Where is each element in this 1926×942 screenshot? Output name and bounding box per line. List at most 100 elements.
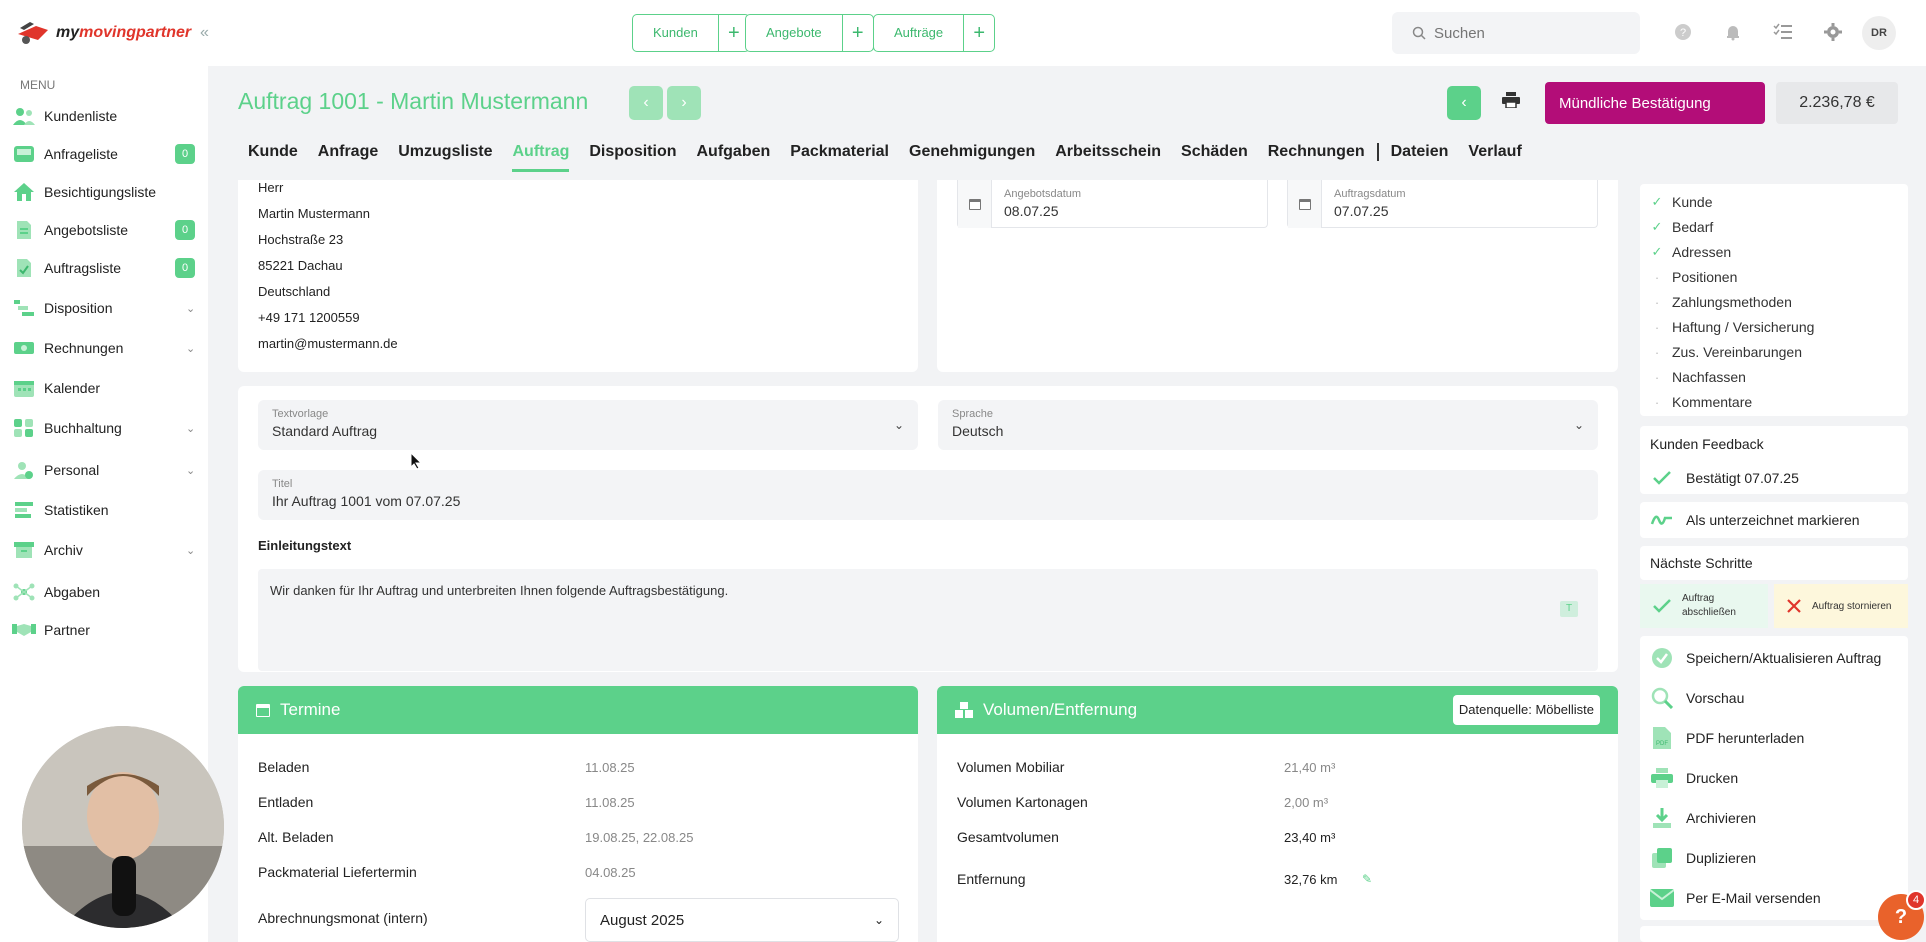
data-source-button[interactable]: Datenquelle: Möbelliste — [1452, 695, 1600, 725]
tab-dateien[interactable]: Dateien — [1381, 132, 1459, 172]
print-button[interactable]: Drucken — [1650, 766, 1738, 790]
checklist-item-vereinbarungen[interactable]: · Zus. Vereinbarungen — [1650, 344, 1802, 360]
tab-auftrag[interactable]: Auftrag — [502, 132, 579, 172]
quick-kunden-link[interactable]: Kunden — [633, 15, 719, 51]
back-button[interactable]: ‹ — [1447, 86, 1481, 120]
collapse-sidebar-icon[interactable]: « — [200, 24, 209, 42]
archive-icon — [12, 539, 36, 561]
search-input[interactable] — [1434, 24, 1624, 42]
tab-umzugsliste[interactable]: Umzugsliste — [388, 132, 502, 172]
sidebar-item-archiv[interactable]: Archiv ⌄ — [0, 534, 208, 566]
send-email-button[interactable]: Per E-Mail versenden — [1650, 886, 1821, 910]
chevron-left-icon: ‹ — [1461, 94, 1467, 111]
dispatch-icon — [12, 297, 36, 319]
add-angebot-plus-icon[interactable]: + — [843, 15, 873, 51]
brand-logo[interactable]: mymovingpartner — [16, 14, 191, 52]
quick-angebote-link[interactable]: Angebote — [746, 15, 843, 51]
checklist-item-zahlungsmethoden[interactable]: · Zahlungsmethoden — [1650, 294, 1792, 310]
previous-order-button[interactable]: ‹ — [629, 86, 663, 120]
sidebar-item-disposition[interactable]: Disposition ⌄ — [0, 292, 208, 324]
offer-date-field[interactable]: Angebotsdatum 08.07.25 — [957, 179, 1268, 228]
checklist-item-nachfassen[interactable]: · Nachfassen — [1650, 369, 1746, 385]
appointments-header: Termine — [238, 686, 918, 734]
cancel-order-button[interactable]: Auftrag stornieren — [1774, 584, 1908, 628]
billing-month-select[interactable]: August 2025 ⌄ — [585, 898, 899, 942]
verbal-confirmation-button[interactable]: Mündliche Bestätigung — [1545, 82, 1765, 124]
sidebar-item-auftragsliste[interactable]: Auftragsliste 0 — [0, 252, 208, 284]
sidebar-item-statistiken[interactable]: Statistiken — [0, 494, 208, 526]
language-select[interactable]: Sprache Deutsch ⌄ — [938, 400, 1598, 450]
checklist-item-haftung[interactable]: · Haftung / Versicherung — [1650, 319, 1815, 335]
tab-schaeden[interactable]: Schäden — [1171, 132, 1258, 172]
email[interactable]: martin@mustermann.de — [258, 336, 398, 351]
chevron-down-icon: ⌄ — [186, 544, 196, 557]
search-box — [1392, 12, 1640, 54]
sidebar-item-personal[interactable]: Personal ⌄ — [0, 454, 208, 486]
gear-icon[interactable] — [1821, 20, 1845, 44]
sidebar-item-rechnungen[interactable]: Rechnungen ⌄ — [0, 332, 208, 364]
document-icon — [12, 219, 36, 241]
tab-kunde[interactable]: Kunde — [238, 132, 308, 172]
bell-icon[interactable] — [1721, 20, 1745, 44]
printer-icon — [1650, 766, 1674, 790]
quick-auftraege-link[interactable]: Aufträge — [874, 15, 965, 51]
next-order-button[interactable]: › — [667, 86, 701, 120]
tab-rechnungen[interactable]: Rechnungen — [1258, 132, 1375, 172]
chevron-right-icon: › — [681, 94, 687, 111]
next-panel-card — [1640, 926, 1908, 942]
pending-dot-icon: · — [1654, 394, 1660, 410]
angebotsliste-count-badge: 0 — [175, 220, 195, 240]
intro-text-area[interactable]: Wir danken für Ihr Auftrag und unterbrei… — [258, 569, 1598, 671]
mark-signed-button[interactable]: Als unterzeichnet markieren — [1650, 508, 1860, 532]
sidebar-item-anfrageliste[interactable]: Anfrageliste 0 — [0, 138, 208, 170]
tab-aufgaben[interactable]: Aufgaben — [686, 132, 780, 172]
next-steps-actions: Auftrag abschließen Auftrag stornieren — [1640, 584, 1908, 628]
sidebar-item-partner[interactable]: Partner — [0, 614, 208, 646]
title-input[interactable]: Titel Ihr Auftrag 1001 vom 07.07.25 — [258, 470, 1598, 520]
text-format-icon[interactable]: T — [1560, 601, 1578, 617]
template-select[interactable]: Textvorlage Standard Auftrag ⌄ — [258, 400, 918, 450]
tab-genehmigungen[interactable]: Genehmigungen — [899, 132, 1045, 172]
checklist-icon[interactable] — [1771, 20, 1795, 44]
checklist-item-bedarf[interactable]: ✓ Bedarf — [1650, 219, 1714, 235]
user-avatar[interactable]: DR — [1862, 16, 1896, 50]
sidebar-item-kundenliste[interactable]: Kundenliste — [0, 100, 208, 132]
check-icon: ✓ — [1651, 194, 1663, 209]
pending-dot-icon: · — [1654, 319, 1660, 335]
archive-button[interactable]: Archivieren — [1650, 806, 1756, 830]
tab-disposition[interactable]: Disposition — [579, 132, 686, 172]
chevron-down-icon: ⌄ — [186, 464, 196, 477]
sidebar-item-besichtigungsliste[interactable]: Besichtigungsliste — [0, 176, 208, 208]
sidebar-item-kalender[interactable]: Kalender — [0, 372, 208, 404]
furniture-volume: 21,40 m³ — [1284, 760, 1336, 775]
sidebar-item-buchhaltung[interactable]: Buchhaltung ⌄ — [0, 412, 208, 444]
complete-order-button[interactable]: Auftrag abschließen — [1640, 584, 1768, 628]
checklist-item-adressen[interactable]: ✓ Adressen — [1650, 244, 1732, 260]
help-circle-icon[interactable]: ? — [1671, 20, 1695, 44]
preview-button[interactable]: Vorschau — [1650, 686, 1744, 710]
tab-packmaterial[interactable]: Packmaterial — [780, 132, 899, 172]
duplicate-button[interactable]: Duplizieren — [1650, 846, 1756, 870]
printer-icon[interactable] — [1502, 92, 1520, 113]
next-steps-heading: Nächste Schritte — [1650, 555, 1753, 571]
edit-pencil-icon[interactable]: ✎ — [1362, 872, 1372, 886]
order-date-field[interactable]: Auftragsdatum 07.07.25 — [1287, 179, 1598, 228]
calendar-icon — [256, 704, 270, 717]
tab-anfrage[interactable]: Anfrage — [308, 132, 388, 172]
download-pdf-button[interactable]: PDF PDF herunterladen — [1650, 726, 1804, 750]
add-auftrag-plus-icon[interactable]: + — [964, 15, 994, 51]
checklist-item-positionen[interactable]: · Positionen — [1650, 269, 1738, 285]
checklist-item-kommentare[interactable]: · Kommentare — [1650, 394, 1752, 410]
tab-arbeitsschein[interactable]: Arbeitsschein — [1045, 132, 1171, 172]
zip-city: 85221 Dachau — [258, 258, 343, 273]
tab-verlauf[interactable]: Verlauf — [1458, 132, 1531, 172]
checklist-item-kunde[interactable]: ✓ Kunde — [1650, 194, 1713, 210]
sidebar-item-abgaben[interactable]: Abgaben — [0, 576, 208, 608]
order-dates-card: Angebotsdatum 08.07.25 Auftragsdatum 07.… — [937, 179, 1618, 372]
save-update-order-button[interactable]: Speichern/Aktualisieren Auftrag — [1650, 646, 1881, 670]
page-title: Auftrag 1001 - Martin Mustermann — [238, 88, 589, 114]
intro-text-label: Einleitungstext — [258, 538, 352, 553]
pdf-icon: PDF — [1650, 726, 1674, 750]
check-icon — [1653, 599, 1671, 613]
sidebar-item-angebotsliste[interactable]: Angebotsliste 0 — [0, 214, 208, 246]
